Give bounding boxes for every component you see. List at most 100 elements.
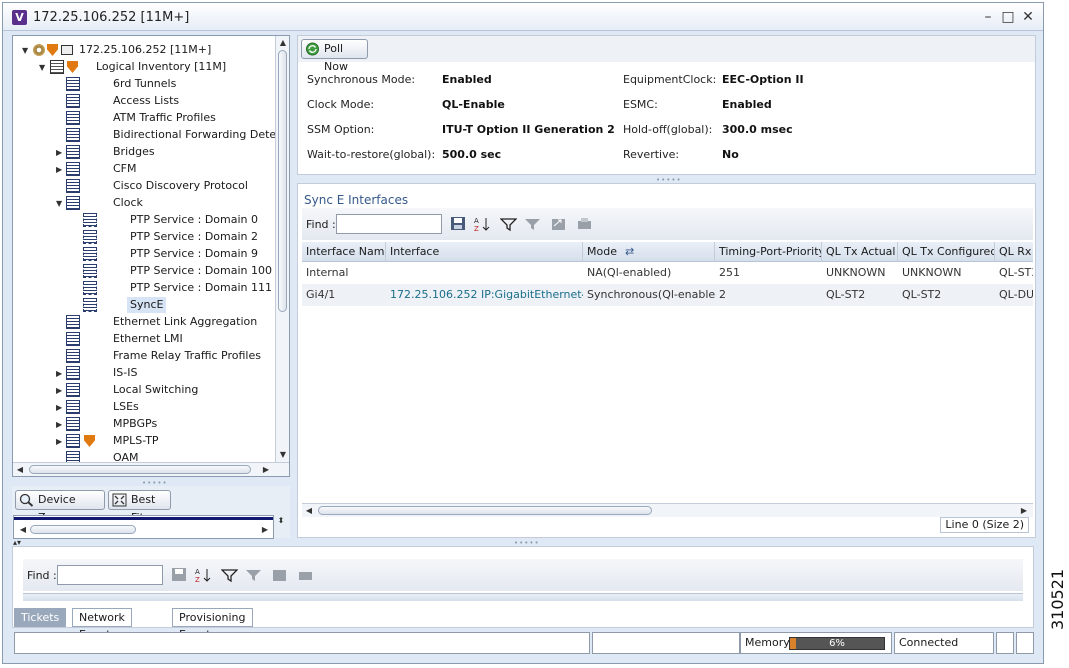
expand-icon[interactable]: ▶ — [56, 148, 65, 157]
column-header-ql-tx-configured[interactable]: QL Tx Configured — [898, 242, 995, 262]
column-header-ql-tx-actual[interactable]: QL Tx Actual — [822, 242, 898, 262]
property-label: ESMC: — [623, 98, 658, 111]
scroll-up-icon[interactable]: ▲ — [278, 38, 288, 47]
maximize-icon[interactable]: □ — [1001, 10, 1015, 24]
tree-item-ptp-domain-111[interactable]: PTP Service : Domain 111 — [13, 280, 275, 296]
save-icon[interactable] — [450, 216, 467, 232]
collapse-icon[interactable]: ▼ — [22, 46, 31, 55]
expand-icon[interactable]: ▶ — [56, 437, 65, 446]
table-row[interactable]: Gi4/1 172.25.106.252 IP:GigabitEthernet4… — [302, 284, 1033, 306]
tree-vertical-scrollbar[interactable]: ▲ ▼ — [275, 36, 289, 462]
tree-item-ptp-domain-9[interactable]: PTP Service : Domain 9 — [13, 246, 275, 262]
status-bar: Memory: 6% Connected — [12, 632, 1034, 654]
overview-map[interactable]: ◀ ▶ — [13, 515, 274, 539]
table-row[interactable]: Internal NA(Ql-enabled) 251 UNKNOWN UNKN… — [302, 262, 1033, 284]
tree-item-ptp-domain-0[interactable]: PTP Service : Domain 0 — [13, 212, 275, 228]
tree-logical-inventory[interactable]: ▼ Logical Inventory [11M] — [13, 59, 275, 75]
scroll-left-icon[interactable]: ◀ — [15, 465, 25, 474]
status-indicator — [996, 632, 1014, 654]
tree-item-bridges[interactable]: ▶ Bridges — [13, 144, 275, 160]
table-icon — [83, 230, 97, 244]
cell-interface-link[interactable]: 172.25.106.252 IP:GigabitEthernet4/1 — [386, 284, 583, 306]
tree-root[interactable]: ▼ 172.25.106.252 [11M+] — [13, 42, 275, 58]
tree-item-ptp-domain-2[interactable]: PTP Service : Domain 2 — [13, 229, 275, 245]
table-horizontal-scrollbar[interactable]: ◀ ▶ — [302, 503, 1033, 517]
tree-horizontal-scrollbar[interactable]: ◀ ▶ — [13, 462, 289, 476]
filter-icon[interactable] — [499, 216, 518, 232]
scroll-right-icon[interactable]: ▶ — [260, 525, 270, 534]
best-fit-button[interactable]: Best Fit — [108, 490, 171, 524]
expand-icon[interactable]: ▶ — [56, 165, 65, 174]
tree-item-lses[interactable]: ▶ LSEs — [13, 399, 275, 415]
tree-item-cfm[interactable]: ▶ CFM — [13, 161, 275, 177]
tree-item-ethernet-lmi[interactable]: Ethernet LMI — [13, 331, 275, 347]
find-input[interactable] — [336, 214, 442, 234]
tree-item-label: Bidirectional Forwarding Detection — [113, 128, 290, 141]
sort-az-icon[interactable]: AZ — [474, 216, 491, 233]
tree-item-6rd-tunnels[interactable]: 6rd Tunnels — [13, 76, 275, 92]
tab-network-events[interactable]: Network Events — [72, 608, 132, 641]
save-icon[interactable] — [171, 567, 188, 583]
close-icon[interactable]: ✕ — [1021, 10, 1035, 24]
find-label: Find : — [27, 569, 57, 582]
device-icon — [33, 44, 45, 56]
tree-item-bfd[interactable]: Bidirectional Forwarding Detection — [13, 127, 289, 143]
table-icon — [83, 213, 97, 227]
table-icon — [83, 298, 97, 312]
tab-tickets[interactable]: Tickets — [14, 608, 67, 627]
scroll-thumb[interactable] — [278, 50, 287, 312]
table-icon — [66, 196, 80, 210]
scroll-down-icon[interactable]: ▼ — [278, 450, 288, 459]
collapse-icon[interactable]: ▼ — [39, 63, 48, 72]
column-header-ql-rx[interactable]: QL Rx A — [995, 242, 1033, 262]
expand-icon[interactable]: ▶ — [56, 403, 65, 412]
expand-icon[interactable]: ▶ — [56, 369, 65, 378]
scroll-thumb[interactable] — [29, 465, 251, 474]
table-icon — [66, 434, 80, 448]
export-icon[interactable] — [271, 567, 288, 583]
tree-item-access-lists[interactable]: Access Lists — [13, 93, 275, 109]
tree-item-ptp-domain-100[interactable]: PTP Service : Domain 100 — [13, 263, 275, 279]
overview-viewport[interactable] — [14, 517, 273, 520]
column-header-mode[interactable]: Mode ⇄ — [583, 242, 715, 262]
tree-item-frame-relay[interactable]: Frame Relay Traffic Profiles — [13, 348, 275, 364]
advanced-filter-icon[interactable] — [245, 567, 262, 583]
tree-item-cdp[interactable]: Cisco Discovery Protocol — [13, 178, 275, 194]
collapse-icon[interactable]: ▼ — [56, 199, 65, 208]
find-input[interactable] — [57, 565, 163, 585]
tree-item-is-is[interactable]: ▶ IS-IS — [13, 365, 275, 381]
expand-icon[interactable]: ▶ — [56, 386, 65, 395]
scroll-right-icon[interactable]: ▶ — [1019, 506, 1029, 515]
minimize-icon[interactable]: – — [981, 10, 995, 24]
scroll-right-icon[interactable]: ▶ — [261, 465, 271, 474]
filter-icon[interactable] — [220, 567, 239, 583]
poll-now-button[interactable]: Poll Now — [301, 39, 368, 73]
export-icon[interactable] — [550, 216, 567, 232]
tree-item-local-switching[interactable]: ▶ Local Switching — [13, 382, 275, 398]
scroll-left-icon[interactable]: ◀ — [304, 506, 314, 515]
print-icon[interactable] — [297, 567, 314, 583]
tree-item-atm-traffic-profiles[interactable]: ATM Traffic Profiles — [13, 110, 275, 126]
status-blank — [592, 632, 740, 654]
tab-provisioning-events[interactable]: Provisioning Events — [172, 608, 253, 641]
device-zoom-button[interactable]: Device Zoom — [15, 490, 105, 524]
expand-icon[interactable]: ▶ — [56, 420, 65, 429]
tree-item-ethernet-link-aggregation[interactable]: Ethernet Link Aggregation — [13, 314, 275, 330]
column-header-interface[interactable]: Interface — [386, 242, 583, 262]
tree-item-clock[interactable]: ▼ Clock — [13, 195, 275, 211]
overview-spinner-icon[interactable]: ⬍ — [276, 516, 286, 525]
sort-az-icon[interactable]: AZ — [195, 567, 212, 584]
properties-panel: Poll Now Synchronous Mode: Enabled Equip… — [297, 35, 1036, 175]
tree-item-mpls-tp[interactable]: ▶ MPLS-TP — [13, 433, 275, 449]
scroll-left-icon[interactable]: ◀ — [18, 525, 28, 534]
scroll-thumb[interactable] — [318, 506, 652, 515]
cell-timing-port-priority: 2 — [719, 288, 726, 301]
tree-item-synce[interactable]: SyncE — [13, 297, 275, 313]
scroll-thumb[interactable] — [30, 525, 136, 534]
device-tree: ▼ 172.25.106.252 [11M+] ▼ Logical Invent… — [12, 35, 290, 477]
advanced-filter-icon[interactable] — [524, 216, 541, 232]
column-header-timing-port-priority[interactable]: Timing-Port-Priority — [715, 242, 822, 262]
print-icon[interactable] — [576, 216, 593, 232]
tree-item-mpbgps[interactable]: ▶ MPBGPs — [13, 416, 275, 432]
column-header-interface-name[interactable]: Interface Name — [302, 242, 386, 262]
